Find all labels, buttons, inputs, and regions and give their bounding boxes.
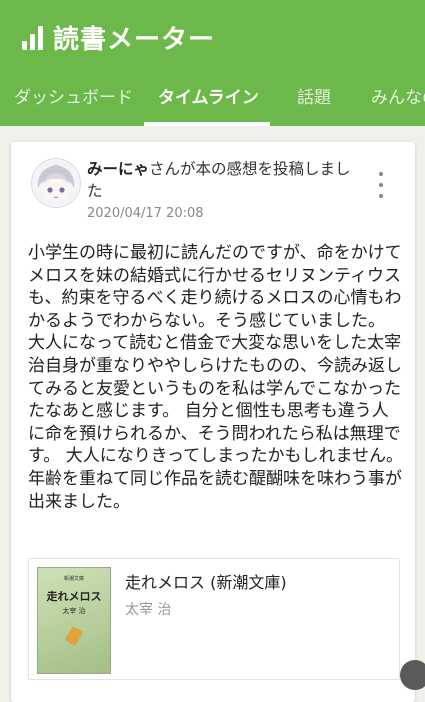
- book-title-link[interactable]: 走れメロス (新潮文庫): [125, 569, 287, 593]
- bar-chart-icon: [22, 24, 43, 50]
- tab-bar: ダッシュボード タイムライン 話題 みんなの: [0, 74, 425, 126]
- timeline-post-card: みーにゃさんが本の感想を投稿しました 2020/04/17 20:08 小学生の…: [11, 142, 415, 702]
- active-tab-indicator: [144, 122, 270, 126]
- post-user-link[interactable]: みーにゃ: [87, 160, 149, 178]
- tab-timeline[interactable]: タイムライン: [158, 74, 259, 126]
- post-header: みーにゃさんが本の感想を投稿しました: [87, 158, 357, 202]
- app-header: 読書メーター ダッシュボード タイムライン 話題 みんなの: [0, 0, 425, 126]
- floating-action-button[interactable]: [400, 660, 425, 690]
- book-author-link[interactable]: 太宰 治: [125, 599, 171, 619]
- tab-everyone[interactable]: みんなの: [371, 74, 425, 126]
- app-title: 読書メーター: [53, 24, 216, 55]
- review-text: 小学生の時に最初に読んだのですが、命をかけてメロスを妹の結婚式に行かせるセリヌン…: [28, 243, 403, 512]
- book-card[interactable]: 新潮文庫 走れメロス 太宰 治 走れメロス (新潮文庫) 太宰 治: [28, 558, 400, 680]
- post-timestamp[interactable]: 2020/04/17 20:08: [87, 206, 204, 221]
- app-logo[interactable]: 読書メーター: [22, 22, 215, 55]
- avatar[interactable]: [31, 158, 81, 208]
- tab-topics[interactable]: 話題: [297, 74, 331, 126]
- more-options-icon[interactable]: [374, 172, 388, 198]
- book-cover-image[interactable]: 新潮文庫 走れメロス 太宰 治: [37, 567, 111, 674]
- tab-dashboard[interactable]: ダッシュボード: [14, 74, 133, 126]
